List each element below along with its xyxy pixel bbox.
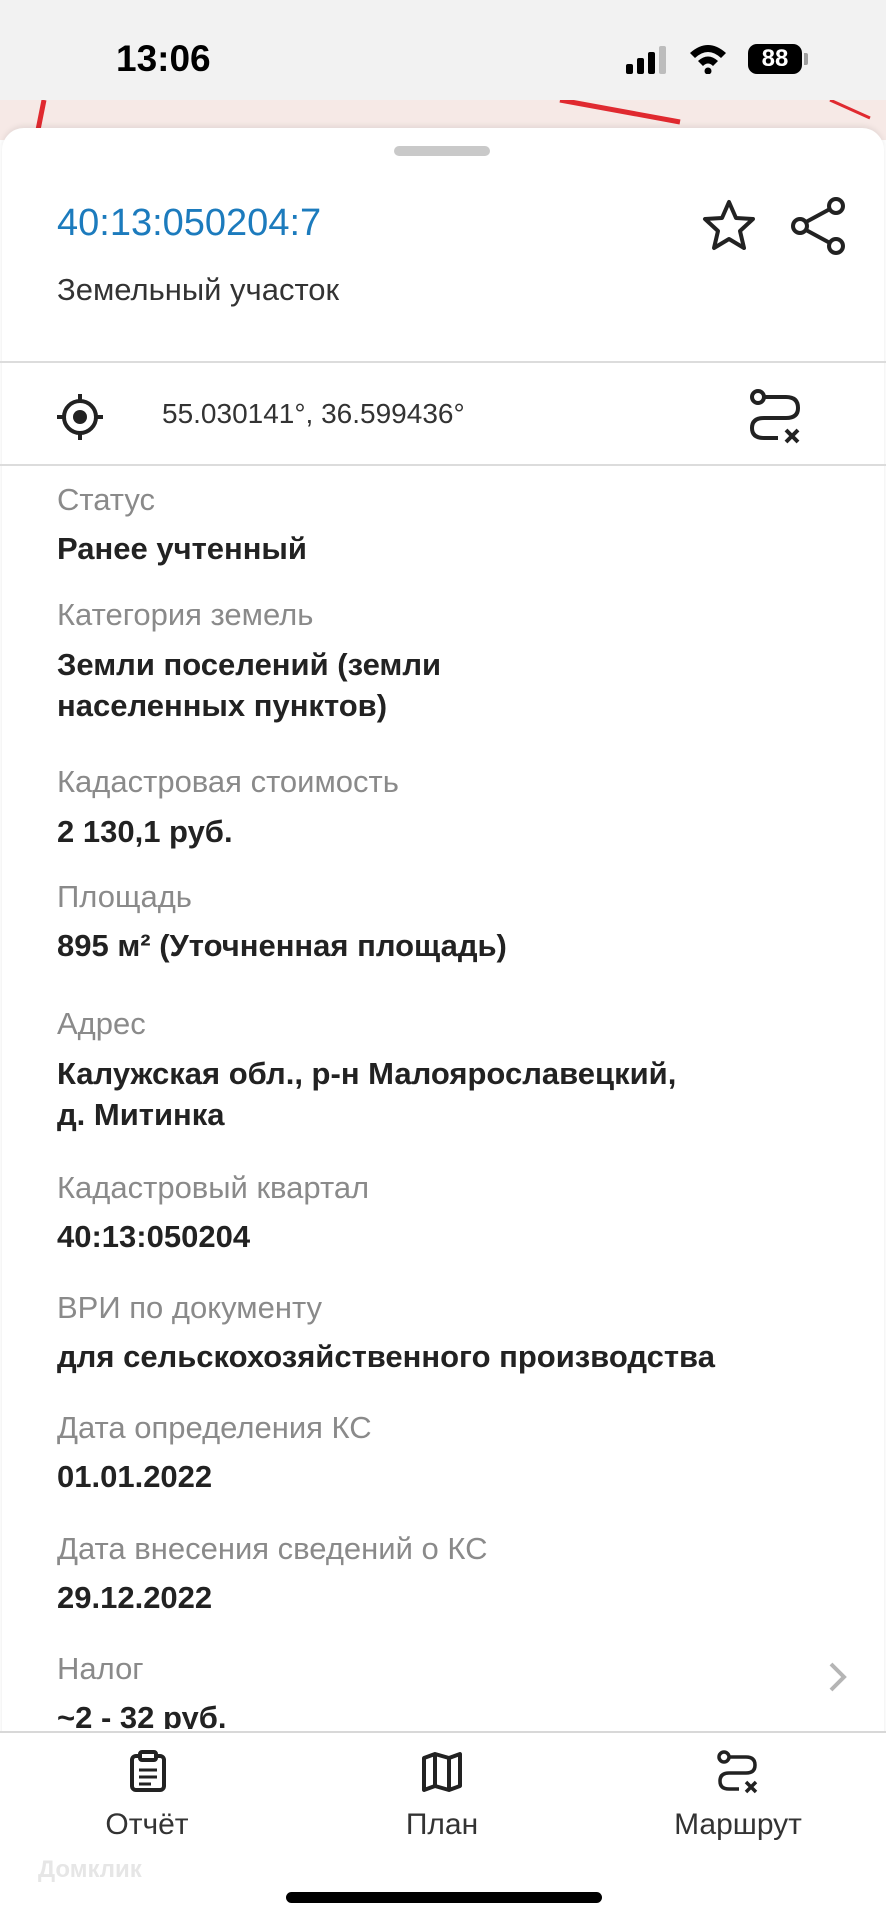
- location-target-icon[interactable]: [55, 392, 105, 442]
- tax-value[interactable]: ~2 - 32 руб.: [57, 1697, 817, 1729]
- domclick-watermark: Домклик: [38, 1856, 142, 1883]
- report-tab-label[interactable]: Отчёт: [27, 1808, 267, 1842]
- route-icon[interactable]: [748, 388, 804, 446]
- address-label: Адрес: [57, 1006, 146, 1041]
- home-indicator[interactable]: [286, 1892, 602, 1903]
- status-label: Статус: [57, 482, 155, 517]
- chevron-right-icon[interactable]: [826, 1660, 850, 1694]
- status-time: 13:06: [116, 38, 211, 79]
- cadastral-quarter-value: 40:13:050204: [57, 1219, 251, 1254]
- status-value: Ранее учтенный: [57, 531, 307, 566]
- permitted-use-label: ВРИ по документу: [57, 1290, 322, 1325]
- battery-tip: [804, 53, 808, 65]
- address-value-line2: д. Митинка: [57, 1097, 225, 1132]
- signal-icon: [626, 46, 666, 74]
- battery-level: 88: [761, 45, 789, 72]
- coordinates-text[interactable]: 55.030141°, 36.599436°: [162, 398, 465, 430]
- share-icon[interactable]: [790, 196, 848, 256]
- map-icon[interactable]: [420, 1750, 464, 1794]
- status-bar: 13:06 88: [0, 0, 886, 106]
- entry-date-label: Дата внесения сведений о КС: [57, 1531, 488, 1566]
- valuation-date-label: Дата определения КС: [57, 1410, 372, 1445]
- permitted-use-value: для сельскохозяйственного производства: [57, 1339, 715, 1374]
- divider: [0, 464, 886, 466]
- cadastral-value-label: Кадастровая стоимость: [57, 764, 399, 799]
- land-category-value-line1: Земли поселений (земли: [57, 647, 442, 682]
- plan-tab-label[interactable]: План: [322, 1808, 562, 1842]
- sheet-grabber[interactable]: [394, 146, 490, 156]
- cadastral-quarter-label: Кадастровый квартал: [57, 1170, 370, 1205]
- address-value-line1: Калужская обл., р-н Малоярославецкий,: [57, 1056, 677, 1091]
- area-label: Площадь: [57, 879, 192, 914]
- valuation-date-value: 01.01.2022: [57, 1459, 213, 1494]
- cadastral-value-value: 2 130,1 руб.: [57, 814, 233, 849]
- report-icon[interactable]: [126, 1750, 170, 1794]
- tax-label[interactable]: Налог: [57, 1651, 144, 1687]
- entry-date-value: 29.12.2022: [57, 1580, 213, 1615]
- area-value: 895 м² (Уточненная площадь): [57, 928, 507, 963]
- cadastral-number-link[interactable]: 40:13:050204:7: [57, 202, 321, 245]
- battery-icon: 88: [748, 44, 802, 74]
- route-tab-label[interactable]: Маршрут: [618, 1808, 858, 1842]
- object-type: Земельный участок: [57, 272, 340, 307]
- wifi-icon: [690, 45, 726, 74]
- divider: [0, 361, 886, 363]
- favorite-star-icon[interactable]: [700, 198, 758, 254]
- route-icon[interactable]: [716, 1750, 760, 1794]
- land-category-value-line2: населенных пунктов): [57, 688, 388, 723]
- land-category-label: Категория земель: [57, 597, 314, 632]
